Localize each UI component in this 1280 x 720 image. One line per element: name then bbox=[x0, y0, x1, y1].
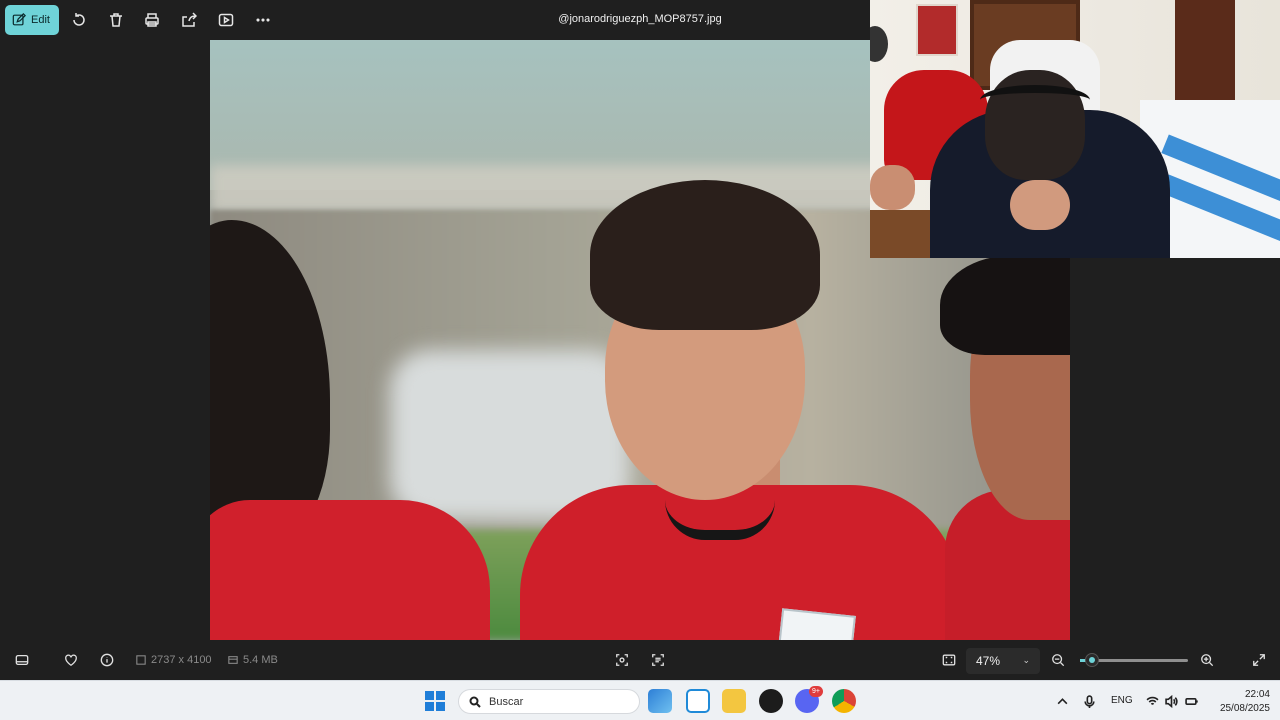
volume-icon[interactable] bbox=[1163, 693, 1179, 709]
image-dimensions-icon bbox=[136, 655, 146, 665]
search-icon bbox=[469, 696, 481, 708]
ocr-text-icon[interactable] bbox=[648, 650, 668, 670]
zoom-level-dropdown[interactable]: 47% ⌄ bbox=[966, 648, 1040, 674]
photo-left-person-shirt bbox=[210, 500, 490, 640]
zoom-out-icon[interactable] bbox=[1048, 650, 1068, 670]
rotate-icon[interactable] bbox=[68, 9, 90, 31]
zoom-level-value: 47% bbox=[976, 654, 1001, 668]
chevron-up-icon[interactable] bbox=[1054, 693, 1070, 709]
print-icon[interactable] bbox=[141, 9, 163, 31]
slideshow-icon[interactable] bbox=[215, 9, 237, 31]
discord-notification-badge: 9+ bbox=[809, 686, 823, 697]
chrome-icon[interactable] bbox=[832, 689, 856, 713]
fullscreen-icon[interactable] bbox=[1249, 650, 1269, 670]
photo-center-person-hair bbox=[590, 180, 820, 330]
file-title: @jonarodriguezph_MOP8757.jpg bbox=[558, 13, 722, 25]
taskbar: Buscar 9+ ENG 22:04 25/08/2025 bbox=[0, 680, 1280, 720]
webcam-person-fist bbox=[870, 165, 915, 210]
image-dimensions-text: 2737 x 4100 bbox=[151, 654, 212, 666]
share-icon[interactable] bbox=[178, 9, 200, 31]
search-placeholder: Buscar bbox=[489, 695, 524, 708]
file-size-text: 5.4 MB bbox=[243, 654, 278, 666]
language-indicator[interactable]: ENG bbox=[1111, 695, 1133, 706]
edit-button[interactable]: Edit bbox=[5, 5, 59, 35]
visual-search-icon[interactable] bbox=[612, 650, 632, 670]
zoom-slider[interactable] bbox=[1086, 659, 1188, 662]
more-icon[interactable] bbox=[252, 9, 274, 31]
wifi-icon[interactable] bbox=[1144, 693, 1160, 709]
image-dimensions: 2737 x 4100 bbox=[136, 654, 212, 666]
filmstrip-icon[interactable] bbox=[12, 650, 32, 670]
fit-to-window-icon[interactable] bbox=[939, 650, 959, 670]
zoom-slider-thumb[interactable] bbox=[1085, 653, 1099, 667]
edit-label: Edit bbox=[31, 14, 50, 26]
webcam-headset bbox=[980, 85, 1090, 115]
zoom-in-icon[interactable] bbox=[1197, 650, 1217, 670]
edit-icon bbox=[12, 13, 26, 26]
vscode-icon[interactable] bbox=[686, 689, 710, 713]
clock-date: 25/08/2025 bbox=[1219, 703, 1270, 714]
obs-studio-icon[interactable] bbox=[759, 689, 783, 713]
webcam-poster bbox=[916, 4, 958, 56]
file-size-icon bbox=[228, 656, 238, 664]
file-explorer-icon[interactable] bbox=[722, 689, 746, 713]
microphone-icon[interactable] bbox=[1081, 693, 1097, 709]
info-icon[interactable] bbox=[97, 650, 117, 670]
taskbar-search-box[interactable]: Buscar bbox=[458, 689, 640, 714]
clock-time: 22:04 bbox=[1244, 689, 1270, 700]
chevron-down-icon: ⌄ bbox=[1022, 655, 1030, 665]
favorite-icon[interactable] bbox=[61, 650, 81, 670]
file-size: 5.4 MB bbox=[228, 654, 278, 666]
delete-icon[interactable] bbox=[105, 9, 127, 31]
photo-right-person-hair bbox=[940, 255, 1070, 355]
windows-start-icon[interactable] bbox=[425, 691, 445, 711]
webcam-person-hand bbox=[1010, 180, 1070, 230]
webcam-overlay bbox=[870, 0, 1280, 258]
battery-icon[interactable] bbox=[1183, 693, 1199, 709]
snipping-tool-icon[interactable] bbox=[648, 689, 672, 713]
system-clock[interactable]: 22:04 25/08/2025 bbox=[1208, 688, 1270, 716]
